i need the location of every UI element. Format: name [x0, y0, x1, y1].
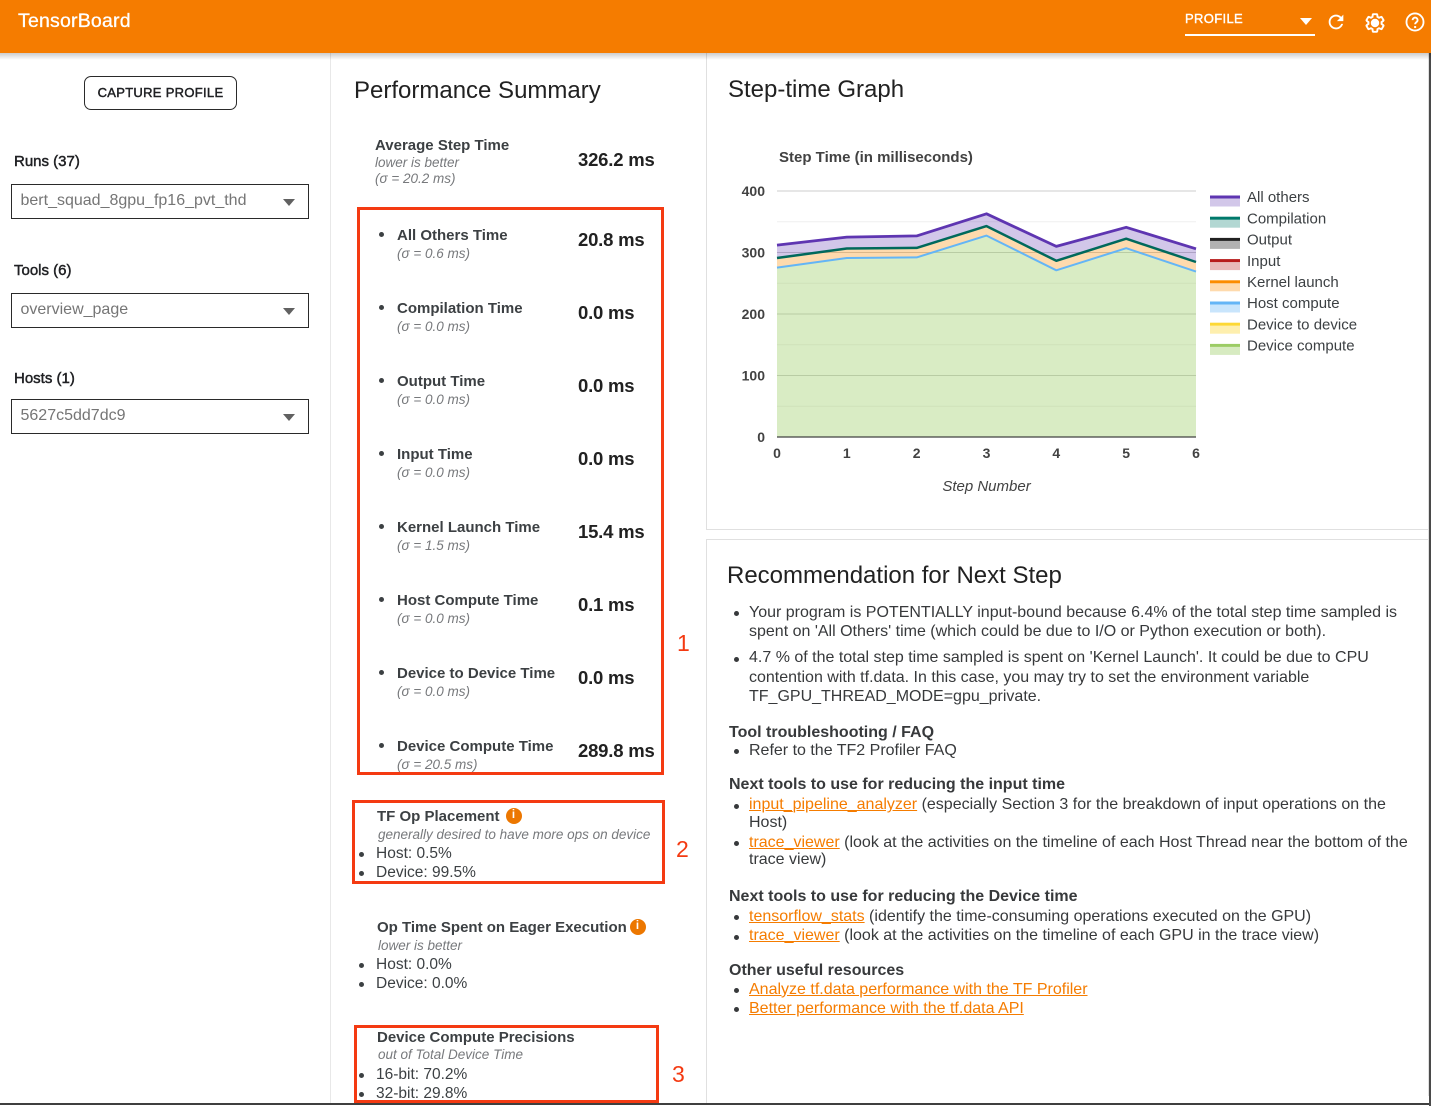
svg-text:Step Time (in milliseconds): Step Time (in milliseconds): [779, 149, 973, 166]
svg-text:All others: All others: [1247, 189, 1310, 206]
svg-text:2: 2: [913, 445, 921, 461]
svg-text:Input: Input: [1247, 253, 1281, 270]
svg-text:3: 3: [983, 445, 991, 461]
svg-text:Device to device: Device to device: [1247, 316, 1357, 333]
svg-text:0: 0: [773, 445, 781, 461]
svg-text:Kernel launch: Kernel launch: [1247, 274, 1339, 291]
svg-text:100: 100: [742, 368, 766, 384]
svg-text:Compilation: Compilation: [1247, 210, 1326, 227]
svg-text:1: 1: [843, 445, 851, 461]
svg-text:300: 300: [742, 245, 766, 261]
svg-text:Device compute: Device compute: [1247, 338, 1355, 355]
svg-text:4: 4: [1052, 445, 1060, 461]
svg-text:Output: Output: [1247, 232, 1293, 249]
svg-text:Step Number: Step Number: [942, 478, 1031, 495]
svg-text:5: 5: [1122, 445, 1130, 461]
svg-text:6: 6: [1192, 445, 1200, 461]
svg-text:200: 200: [742, 306, 766, 322]
svg-text:Host compute: Host compute: [1247, 295, 1340, 312]
svg-text:0: 0: [757, 429, 765, 445]
svg-text:400: 400: [742, 183, 766, 199]
